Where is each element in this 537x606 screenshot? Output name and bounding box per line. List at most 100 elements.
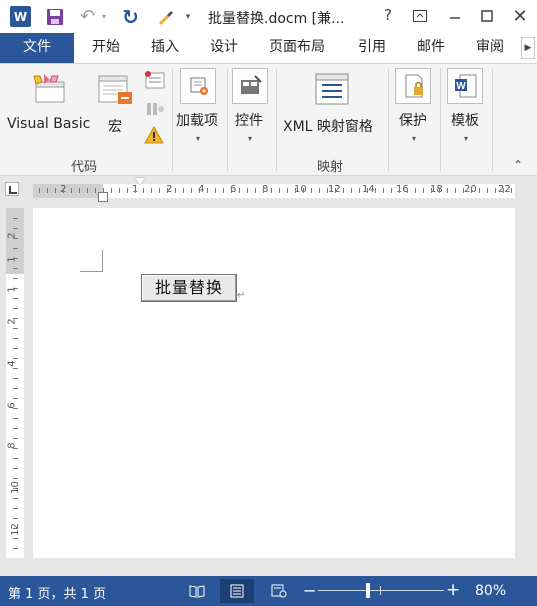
ruler-tick bbox=[479, 188, 480, 193]
controls-button[interactable]: 控件 ▾ bbox=[230, 68, 272, 152]
xml-mapping-pane-label: XML 映射窗格 bbox=[283, 119, 373, 135]
vertical-scrollbar[interactable] bbox=[515, 208, 537, 558]
ruler-tick bbox=[159, 188, 160, 193]
addins-button[interactable]: 加载项 ▾ bbox=[176, 68, 224, 152]
group-separator bbox=[172, 68, 173, 172]
minimize-button[interactable] bbox=[440, 4, 470, 28]
ruler-tick bbox=[399, 188, 400, 193]
brush-icon[interactable] bbox=[154, 6, 175, 27]
tab-references[interactable]: 引用 bbox=[344, 33, 400, 63]
ruler-tick bbox=[13, 338, 18, 339]
visual-basic-button[interactable]: Visual Basic bbox=[4, 68, 92, 138]
zoom-slider-thumb[interactable] bbox=[366, 583, 370, 598]
undo-dropdown-icon[interactable]: ▾ bbox=[99, 6, 109, 27]
close-button[interactable]: ✕ bbox=[505, 4, 535, 28]
ruler-tick bbox=[487, 188, 488, 193]
ruler-tick bbox=[13, 368, 18, 369]
templates-button[interactable]: W 模板 ▾ bbox=[444, 68, 490, 152]
zoom-slider[interactable] bbox=[318, 590, 444, 591]
ruler-tick bbox=[503, 188, 504, 193]
tab-review[interactable]: 审阅 bbox=[462, 33, 518, 63]
ruler-tick bbox=[13, 418, 18, 419]
word-app-icon[interactable]: W bbox=[10, 6, 31, 27]
ruler-tick bbox=[47, 188, 48, 193]
macros-button[interactable]: 宏 bbox=[94, 68, 138, 138]
batch-replace-button[interactable]: 批量替换 bbox=[141, 274, 237, 302]
svg-text:W: W bbox=[456, 81, 466, 92]
collapse-ribbon-icon[interactable]: ⌃ bbox=[513, 158, 523, 172]
undo-icon[interactable]: ↶ bbox=[77, 6, 98, 27]
zoom-out-button[interactable]: − bbox=[303, 581, 316, 600]
ruler-tick bbox=[13, 378, 18, 379]
vertical-ruler[interactable]: 21124681012 bbox=[6, 208, 24, 558]
ruler-tick bbox=[13, 398, 18, 399]
document-workspace: 21124681012 批量替换 ↵ bbox=[0, 202, 537, 576]
ruler-tick bbox=[13, 538, 18, 539]
xml-mapping-pane-button[interactable]: XML 映射窗格 bbox=[280, 68, 384, 138]
first-line-indent-marker[interactable] bbox=[135, 178, 145, 185]
ribbon-display-options-button[interactable] bbox=[405, 4, 435, 28]
ruler-tick bbox=[13, 518, 18, 519]
ruler-tick bbox=[151, 188, 152, 193]
customize-toolbar-icon[interactable]: ▾ bbox=[182, 6, 194, 27]
controls-label: 控件 bbox=[235, 113, 263, 129]
ruler-tick bbox=[95, 188, 96, 193]
ruler-left-margin bbox=[33, 184, 103, 198]
zoom-in-button[interactable]: + bbox=[446, 580, 460, 600]
ruler-tick bbox=[239, 188, 240, 193]
maximize-button[interactable] bbox=[472, 4, 502, 28]
ruler-tick bbox=[13, 458, 18, 459]
ruler-tick bbox=[311, 188, 312, 193]
web-layout-button[interactable] bbox=[262, 579, 296, 603]
controls-dropdown-icon: ▾ bbox=[248, 134, 253, 143]
document-page[interactable]: 批量替换 ↵ bbox=[33, 208, 515, 558]
tab-home[interactable]: 开始 bbox=[78, 33, 134, 63]
ruler-tick bbox=[13, 348, 18, 349]
tab-mailings[interactable]: 邮件 bbox=[404, 33, 458, 63]
tab-insert[interactable]: 插入 bbox=[138, 33, 192, 63]
macros-icon bbox=[98, 74, 134, 112]
ruler-tick bbox=[13, 448, 18, 449]
ruler-number: 14 bbox=[362, 184, 375, 195]
ruler-tick bbox=[13, 428, 18, 429]
ruler-tick bbox=[13, 548, 18, 549]
ruler-tick bbox=[111, 188, 112, 193]
ruler-tick bbox=[279, 188, 280, 193]
ruler-tick bbox=[303, 188, 304, 193]
protect-icon bbox=[395, 68, 431, 104]
tab-scroll-right-icon[interactable]: ▶ bbox=[521, 37, 535, 59]
templates-label: 模板 bbox=[451, 113, 479, 129]
pause-recording-icon[interactable] bbox=[145, 100, 165, 122]
macro-security-icon[interactable] bbox=[144, 125, 164, 148]
horizontal-ruler[interactable]: 21246810121416182022 bbox=[33, 178, 515, 202]
ruler-tick bbox=[13, 478, 18, 479]
zoom-level[interactable]: 80% bbox=[475, 583, 506, 599]
paragraph-mark: ↵ bbox=[237, 290, 246, 301]
ruler-tick bbox=[13, 268, 18, 269]
tab-design[interactable]: 设计 bbox=[196, 33, 252, 63]
save-icon[interactable] bbox=[44, 6, 65, 27]
print-layout-button[interactable] bbox=[220, 579, 254, 603]
tab-page-layout[interactable]: 页面布局 bbox=[258, 33, 336, 63]
templates-dropdown-icon: ▾ bbox=[464, 134, 469, 143]
addins-label: 加载项 bbox=[176, 113, 218, 129]
page-count[interactable]: 第 1 页，共 1 页 bbox=[8, 583, 106, 602]
tab-file[interactable]: 文件 bbox=[0, 33, 74, 63]
ruler-tick bbox=[13, 228, 18, 229]
protect-button[interactable]: 保护 ▾ bbox=[392, 68, 436, 152]
ruler-tick bbox=[375, 188, 376, 193]
read-mode-button[interactable] bbox=[180, 579, 214, 603]
help-button[interactable]: ? bbox=[380, 6, 396, 24]
hanging-indent-marker[interactable] bbox=[98, 192, 108, 202]
ruler-tick bbox=[511, 188, 512, 193]
redo-icon[interactable]: ↻ bbox=[120, 5, 141, 29]
ruler-tick bbox=[351, 188, 352, 193]
zoom-slider-center-tick bbox=[380, 586, 381, 595]
ruler-tick bbox=[263, 188, 264, 193]
ruler-tick bbox=[495, 188, 496, 193]
ruler-row: 21246810121416182022 bbox=[0, 176, 537, 202]
tab-selector-button[interactable] bbox=[5, 182, 19, 196]
ruler-tick bbox=[13, 288, 18, 289]
ruler-tick bbox=[423, 188, 424, 193]
record-macro-icon[interactable] bbox=[144, 70, 166, 94]
